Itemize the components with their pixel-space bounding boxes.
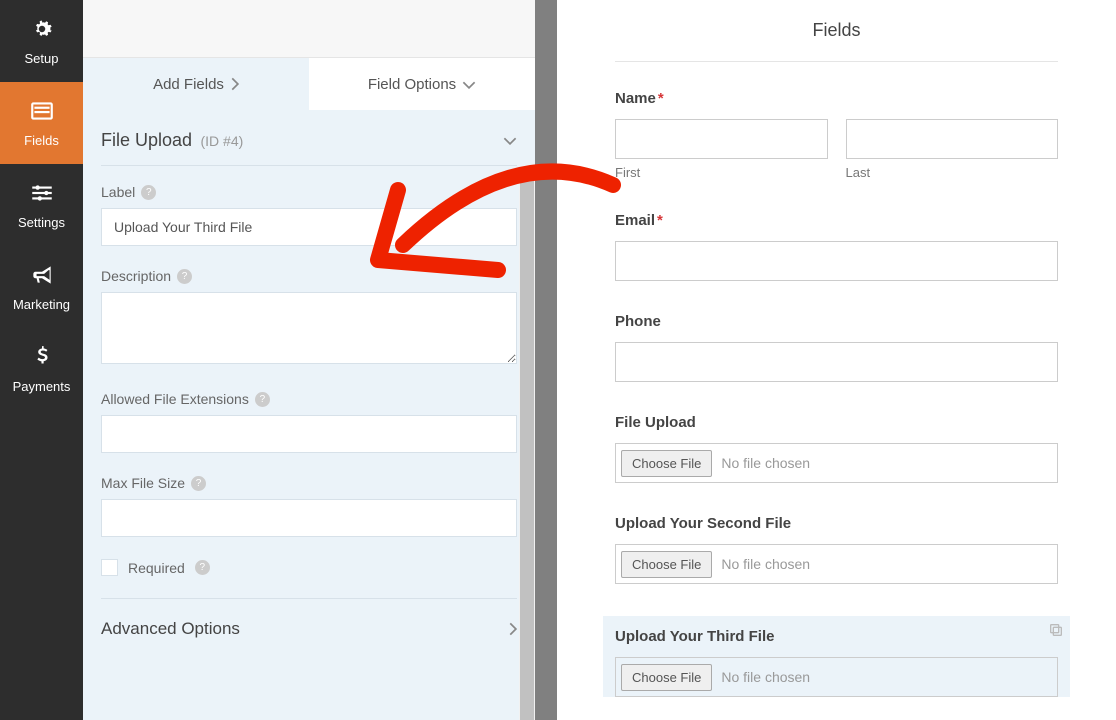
- required-asterisk: *: [657, 212, 663, 229]
- max-size-input[interactable]: [101, 499, 517, 537]
- required-checkbox[interactable]: [101, 559, 118, 576]
- sidebar-label-payments: Payments: [13, 379, 71, 394]
- tab-add-fields[interactable]: Add Fields: [83, 58, 309, 110]
- phone-label: Phone: [615, 313, 1058, 330]
- description-group: Description?: [101, 268, 517, 369]
- sidebar-label-setup: Setup: [25, 51, 59, 66]
- scrollbar[interactable]: [519, 168, 535, 720]
- help-icon[interactable]: ?: [255, 392, 270, 407]
- max-size-group: Max File Size?: [101, 475, 517, 537]
- file-upload-3-label: Upload Your Third File: [615, 628, 1058, 645]
- file-status-1: No file chosen: [721, 455, 810, 471]
- chevron-right-icon: [508, 622, 517, 636]
- sidebar-item-marketing[interactable]: Marketing: [0, 246, 83, 328]
- label-field-label: Label: [101, 184, 135, 200]
- tab-add-fields-label: Add Fields: [153, 76, 224, 93]
- tab-field-options[interactable]: Field Options: [309, 58, 535, 110]
- duplicate-icon[interactable]: [1048, 622, 1064, 643]
- scrollbar-thumb[interactable]: [520, 168, 534, 720]
- chevron-down-icon: [503, 136, 517, 145]
- tab-field-options-label: Field Options: [368, 76, 456, 93]
- advanced-options-label: Advanced Options: [101, 619, 240, 639]
- main-content: Add Fields Field Options File Upload (ID…: [83, 0, 1116, 720]
- advanced-options-toggle[interactable]: Advanced Options: [101, 598, 517, 659]
- chevron-down-icon: [462, 80, 476, 89]
- admin-sidebar: Setup Fields Settings Marketing Payments: [0, 0, 83, 720]
- first-name-input[interactable]: [615, 119, 828, 159]
- first-sublabel: First: [615, 165, 828, 180]
- last-sublabel: Last: [846, 165, 1059, 180]
- label-input[interactable]: [101, 208, 517, 246]
- label-group: Label?: [101, 184, 517, 246]
- dollar-icon: [29, 344, 55, 373]
- sidebar-item-setup[interactable]: Setup: [0, 0, 83, 82]
- name-label: Name: [615, 90, 656, 107]
- preview-email-field[interactable]: Email*: [615, 212, 1058, 281]
- field-header[interactable]: File Upload (ID #4): [101, 110, 517, 166]
- preview-name-field[interactable]: Name* First Last: [615, 90, 1058, 180]
- email-label: Email: [615, 212, 655, 229]
- file-upload-2-label: Upload Your Second File: [615, 515, 1058, 532]
- preview-file-upload-1[interactable]: File Upload Choose File No file chosen: [615, 414, 1058, 483]
- choose-file-button-1[interactable]: Choose File: [621, 450, 712, 477]
- field-header-title: File Upload: [101, 130, 192, 150]
- file-status-3: No file chosen: [721, 669, 810, 685]
- sidebar-label-marketing: Marketing: [13, 297, 70, 312]
- preview-phone-field[interactable]: Phone: [615, 313, 1058, 382]
- required-group: Required ?: [101, 559, 517, 576]
- sidebar-item-settings[interactable]: Settings: [0, 164, 83, 246]
- phone-input[interactable]: [615, 342, 1058, 382]
- preview-file-upload-2[interactable]: Upload Your Second File Choose File No f…: [615, 515, 1058, 584]
- panel-tabs: Add Fields Field Options: [83, 58, 535, 110]
- help-icon[interactable]: ?: [195, 560, 210, 575]
- help-icon[interactable]: ?: [141, 185, 156, 200]
- file-status-2: No file chosen: [721, 556, 810, 572]
- file-upload-1-label: File Upload: [615, 414, 1058, 431]
- sidebar-item-payments[interactable]: Payments: [0, 328, 83, 410]
- required-asterisk: *: [658, 90, 664, 107]
- allowed-ext-input[interactable]: [101, 415, 517, 453]
- panel-divider: [535, 0, 557, 720]
- email-input[interactable]: [615, 241, 1058, 281]
- preview-title: Fields: [557, 20, 1116, 61]
- bullhorn-icon: [29, 262, 55, 291]
- choose-file-button-2[interactable]: Choose File: [621, 551, 712, 578]
- allowed-ext-group: Allowed File Extensions?: [101, 391, 517, 453]
- form-icon: [29, 98, 55, 127]
- page-title: [83, 0, 535, 58]
- form-preview: Fields Name* First Last E: [557, 0, 1116, 720]
- preview-divider: [615, 61, 1058, 62]
- sliders-icon: [29, 180, 55, 209]
- description-textarea[interactable]: [101, 292, 517, 364]
- help-icon[interactable]: ?: [177, 269, 192, 284]
- preview-file-upload-3[interactable]: Upload Your Third File Choose File No fi…: [603, 616, 1070, 697]
- last-name-input[interactable]: [846, 119, 1059, 159]
- help-icon[interactable]: ?: [191, 476, 206, 491]
- allowed-ext-label: Allowed File Extensions: [101, 391, 249, 407]
- sidebar-label-settings: Settings: [18, 215, 65, 230]
- gear-icon: [29, 16, 55, 45]
- max-size-label: Max File Size: [101, 475, 185, 491]
- sidebar-label-fields: Fields: [24, 133, 59, 148]
- description-label: Description: [101, 268, 171, 284]
- field-header-id: (ID #4): [201, 133, 244, 149]
- field-options-panel: Add Fields Field Options File Upload (ID…: [83, 0, 535, 720]
- sidebar-item-fields[interactable]: Fields: [0, 82, 83, 164]
- required-label: Required: [128, 560, 185, 576]
- chevron-right-icon: [230, 77, 239, 91]
- choose-file-button-3[interactable]: Choose File: [621, 664, 712, 691]
